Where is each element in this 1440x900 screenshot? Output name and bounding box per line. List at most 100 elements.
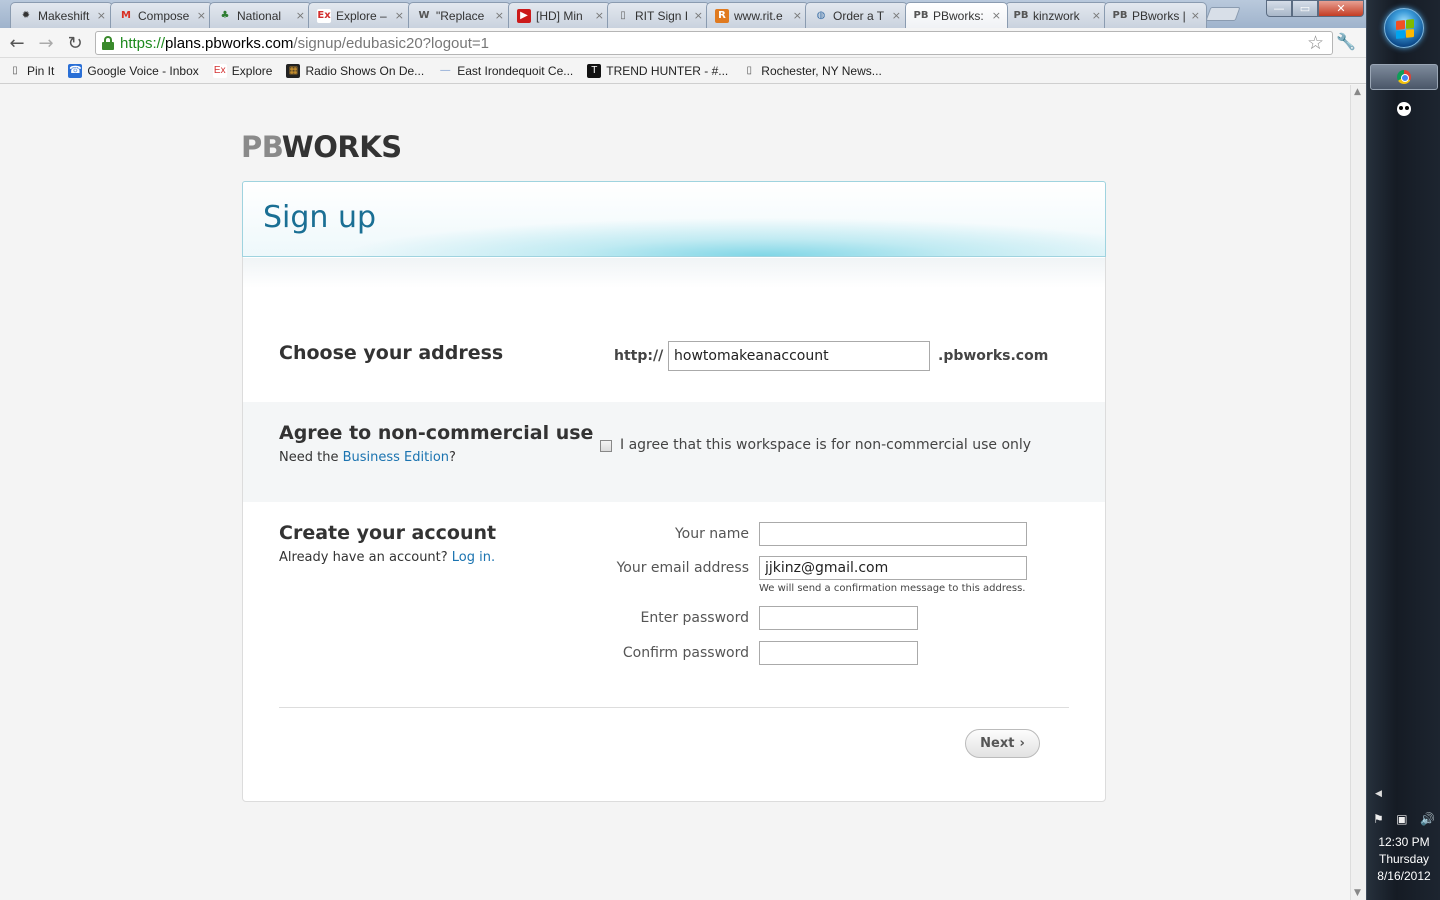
page-icon: ▯ bbox=[12, 65, 18, 76]
tab-close-icon[interactable]: × bbox=[892, 9, 901, 22]
browser-tab[interactable]: M Compose × bbox=[110, 2, 213, 28]
tab-title: Explore – bbox=[336, 8, 387, 23]
account-heading: Create your account bbox=[279, 522, 497, 544]
browser-tab[interactable]: PB PBworks: × bbox=[905, 2, 1008, 28]
browser-tab[interactable]: Rwww.rit.e × bbox=[706, 2, 809, 28]
explore-icon: Ex bbox=[212, 63, 227, 78]
tab-close-icon[interactable]: × bbox=[296, 9, 305, 22]
bookmark-item[interactable]: — East Irondequoit Ce... bbox=[438, 64, 573, 78]
tab-close-icon[interactable]: × bbox=[1191, 9, 1200, 22]
email-input[interactable] bbox=[759, 556, 1027, 580]
bookmark-label: Pin It bbox=[27, 63, 55, 78]
browser-window: ✹ Makeshift × M Compose × ♣ National × Ex Explore … bbox=[0, 0, 1366, 900]
reload-button[interactable]: ↻ bbox=[64, 32, 86, 54]
tab-close-icon[interactable]: × bbox=[793, 9, 802, 22]
bookmark-item[interactable]: ☎ Google Voice - Inbox bbox=[68, 63, 199, 78]
makeshift-icon: ✹ bbox=[21, 10, 31, 21]
start-button[interactable] bbox=[1384, 8, 1424, 48]
browser-tab[interactable]: ▯ RIT Sign I × bbox=[607, 2, 710, 28]
bookmark-item[interactable]: ▯ Pin It bbox=[8, 64, 54, 78]
login-link[interactable]: Log in. bbox=[452, 550, 495, 565]
bookmark-item[interactable]: T TREND HUNTER - #... bbox=[587, 63, 728, 78]
panda-icon bbox=[1397, 102, 1411, 116]
tab-close-icon[interactable]: × bbox=[97, 9, 106, 22]
account-section: Create your account Already have an acco… bbox=[243, 502, 1105, 702]
tab-close-icon[interactable]: × bbox=[694, 9, 703, 22]
pbworks-icon: PB bbox=[1112, 10, 1128, 21]
network-icon[interactable]: ▣ bbox=[1396, 812, 1407, 826]
tab-close-icon[interactable]: × bbox=[992, 9, 1001, 22]
pbworks-logo[interactable]: PBWORKS bbox=[241, 130, 402, 164]
browser-tab[interactable]: ◍ Order a T × bbox=[805, 2, 908, 28]
name-label: Your name bbox=[674, 526, 749, 542]
page-scrollbar[interactable]: ▲ ▼ bbox=[1350, 85, 1366, 900]
browser-tab[interactable]: Ex Explore – × bbox=[308, 2, 411, 28]
bookmark-label: East Irondequoit Ce... bbox=[457, 63, 574, 78]
windows-logo-icon bbox=[1396, 19, 1414, 39]
radio-icon: ▦ bbox=[286, 63, 301, 78]
tab-close-icon[interactable]: × bbox=[595, 9, 604, 22]
close-window-button[interactable]: ✕ bbox=[1318, 0, 1364, 17]
tab-close-icon[interactable]: × bbox=[197, 9, 206, 22]
tab-close-icon[interactable]: × bbox=[495, 9, 504, 22]
business-edition-text: Need the Business Edition? bbox=[279, 450, 456, 465]
password-label: Enter password bbox=[640, 610, 750, 626]
taskbar-chrome-button[interactable] bbox=[1370, 64, 1438, 90]
minimize-button[interactable]: — bbox=[1266, 0, 1292, 17]
name-input[interactable] bbox=[759, 522, 1027, 546]
scroll-up-icon[interactable]: ▲ bbox=[1354, 87, 1361, 97]
windows-taskbar: ◀ ⚑ ▣ 🔊 12:30 PM Thursday 8/16/2012 bbox=[1366, 0, 1440, 900]
browser-tab[interactable]: W "Replace × bbox=[408, 2, 511, 28]
clock-time: 12:30 PM bbox=[1378, 835, 1430, 849]
chrome-icon bbox=[1397, 70, 1411, 84]
bookmark-star-icon[interactable]: ☆ bbox=[1307, 32, 1324, 54]
action-center-flag-icon[interactable]: ⚑ bbox=[1373, 812, 1384, 826]
page-title: Sign up bbox=[263, 200, 377, 235]
system-clock[interactable]: 12:30 PM Thursday 8/16/2012 bbox=[1367, 834, 1440, 885]
password-input[interactable] bbox=[759, 606, 918, 630]
clock-day: Thursday bbox=[1378, 852, 1430, 866]
browser-tab[interactable]: PB kinzwork × bbox=[1005, 2, 1108, 28]
show-hidden-icons-icon[interactable]: ◀ bbox=[1375, 789, 1382, 799]
confirm-password-input[interactable] bbox=[759, 641, 918, 665]
bookmarks-bar: ▯ Pin It ☎ Google Voice - Inbox Ex Explore ▦ Ra… bbox=[0, 58, 1366, 84]
wrench-menu-icon[interactable]: 🔧 bbox=[1336, 32, 1356, 51]
bookmark-item[interactable]: ▯ Rochester, NY News... bbox=[742, 64, 882, 78]
bookmark-item[interactable]: ▦ Radio Shows On De... bbox=[286, 63, 425, 78]
noncommercial-checkbox[interactable] bbox=[600, 440, 612, 452]
new-tab-button[interactable] bbox=[1205, 7, 1241, 21]
signup-card: Sign up Choose your address http:// .pbw… bbox=[242, 181, 1106, 802]
tab-strip: ✹ Makeshift × M Compose × ♣ National × Ex Explore … bbox=[0, 0, 1366, 28]
forward-button[interactable]: → bbox=[35, 32, 57, 54]
bookmark-label: Radio Shows On De... bbox=[305, 63, 425, 78]
maximize-button[interactable]: ▭ bbox=[1292, 0, 1318, 17]
wordpress-icon: W bbox=[418, 10, 430, 21]
taskbar-panda-button[interactable] bbox=[1370, 96, 1438, 122]
bookmark-item[interactable]: Ex Explore bbox=[212, 63, 272, 78]
page-icon: ▯ bbox=[746, 65, 753, 76]
noncommercial-checkbox-label[interactable]: I agree that this workspace is for non-c… bbox=[620, 437, 1031, 453]
address-heading: Choose your address bbox=[279, 342, 504, 364]
next-button[interactable]: Next › bbox=[965, 729, 1040, 758]
browser-tab[interactable]: ✹ Makeshift × bbox=[10, 2, 113, 28]
system-tray: ⚑ ▣ 🔊 bbox=[1373, 812, 1435, 826]
form-divider bbox=[279, 707, 1069, 708]
explore-icon: Ex bbox=[317, 8, 331, 23]
tab-close-icon[interactable]: × bbox=[395, 9, 404, 22]
business-edition-link[interactable]: Business Edition bbox=[343, 450, 449, 465]
pbworks-icon: PB bbox=[913, 10, 929, 21]
browser-tab[interactable]: PB PBworks | × bbox=[1104, 2, 1207, 28]
url-text[interactable]: https://plans.pbworks.com/signup/edubasi… bbox=[120, 35, 489, 52]
scroll-down-icon[interactable]: ▼ bbox=[1354, 888, 1361, 898]
tab-title: Compose bbox=[138, 8, 190, 23]
browser-toolbar: ← → ↻ https://plans.pbworks.com/signup/e… bbox=[0, 28, 1366, 58]
pbworks-icon: PB bbox=[1013, 10, 1029, 21]
address-bar[interactable]: https://plans.pbworks.com/signup/edubasi… bbox=[95, 31, 1333, 55]
volume-icon[interactable]: 🔊 bbox=[1420, 812, 1435, 826]
page-icon: ▯ bbox=[620, 10, 626, 21]
tab-close-icon[interactable]: × bbox=[1092, 9, 1101, 22]
browser-tab[interactable]: ▶ [HD] Min × bbox=[508, 2, 611, 28]
back-button[interactable]: ← bbox=[6, 32, 28, 54]
address-input[interactable] bbox=[668, 341, 930, 371]
browser-tab[interactable]: ♣ National × bbox=[209, 2, 312, 28]
